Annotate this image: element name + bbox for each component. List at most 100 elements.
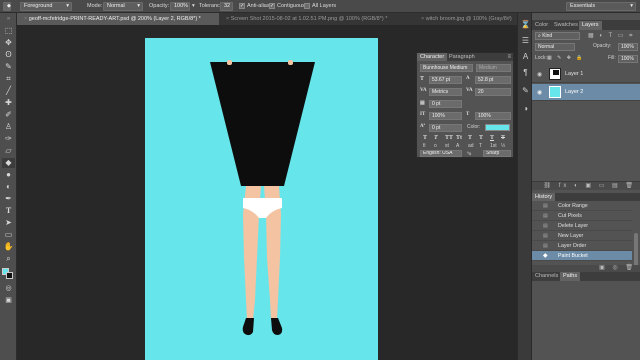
font-style-select[interactable]: Medium [476,64,511,72]
shape-icon[interactable]: ▭ [2,230,15,240]
faux-italic-button[interactable]: T [434,135,438,141]
quick-mask-icon[interactable]: ◎ [2,284,15,294]
lasso-icon[interactable]: ʘ [2,50,15,60]
history-item-selected[interactable]: ◆ Paint Bucket [532,251,632,261]
discretionary-ligature-button[interactable]: st [445,143,449,149]
dodge-icon[interactable]: ◐ [2,182,15,192]
character-panel-icon[interactable]: A [520,51,531,62]
stylistic-alternates-button[interactable]: ad [468,143,474,149]
tab-swatches[interactable]: Swatches [551,21,581,30]
history-item[interactable]: ▤ Layer Order [532,241,632,251]
tab-paragraph[interactable]: Paragraph [446,53,478,61]
pen-icon[interactable]: ✒ [2,194,15,204]
superscript-button[interactable]: T [468,135,472,141]
history-brush-icon[interactable]: ✑ [2,134,15,144]
type-icon[interactable]: T [2,206,15,216]
baseline-field[interactable]: 0 pt [429,124,462,132]
eye-icon[interactable]: ◉ [537,89,542,96]
titling-alternates-button[interactable]: T [479,143,482,149]
layer-filter-select[interactable]: ⌕ Kind [535,32,580,40]
fill-source-select[interactable]: Foreground ▾ [20,2,72,11]
brush-panel-icon[interactable]: ✎ [520,85,531,96]
brush-icon[interactable]: ✐ [2,110,15,120]
hand-icon[interactable]: ✋ [2,242,15,252]
blur-icon[interactable]: ● [2,170,15,180]
background-color-swatch[interactable] [6,272,13,279]
healing-brush-icon[interactable]: ✚ [2,98,15,108]
canvas-artwork[interactable] [145,38,378,360]
anti-alias-checkbox[interactable]: ✓ [239,3,245,9]
collapse-icon[interactable]: » [2,16,15,22]
history-panel-footer-icons[interactable]: ▣ ◎ 🗑 [532,265,640,272]
tab-paths[interactable]: Paths [560,272,581,281]
lock-icons[interactable]: ▦ ✎ ✥ 🔒 [547,55,585,61]
font-family-select[interactable]: Bunnhouse Medium [420,64,473,72]
paint-bucket-icon[interactable]: ◆ [2,158,15,168]
fill-field[interactable]: 100% [618,55,638,63]
quick-select-icon[interactable]: ✎ [2,62,15,72]
close-icon[interactable]: × [421,16,424,22]
leading-field[interactable]: 52.8 pt [475,76,511,84]
marquee-icon[interactable]: ⬚ [2,26,15,36]
workspace-select[interactable]: Essentials ▾ [566,2,636,11]
layer-row-layer-2[interactable]: ◉ Layer 2 [532,84,640,101]
eyedropper-icon[interactable]: ╱ [2,86,15,96]
tab-history[interactable]: History [532,193,556,201]
layer-opacity-field[interactable]: 100% [618,43,638,51]
fractions-button[interactable]: ½ [501,143,505,149]
close-icon[interactable]: × [24,16,27,22]
horizontal-scale-field[interactable]: 100% [475,112,511,120]
subscript-button[interactable]: T [479,135,483,141]
tab-color[interactable]: Color [532,21,551,30]
font-size-field[interactable]: 53.67 pt [429,76,462,84]
path-select-icon[interactable]: ➤ [2,218,15,228]
tab-character[interactable]: Character [417,53,448,61]
layer-row-layer-1[interactable]: ◉ Layer 1 [532,66,640,83]
eye-icon[interactable]: ◉ [537,71,542,78]
mode-select[interactable]: Normal ▾ [103,2,143,11]
screen-mode-icon[interactable]: ▣ [2,296,15,306]
strikethrough-button[interactable]: T [501,135,505,141]
opacity-input[interactable]: 100% [170,2,190,11]
language-select[interactable]: English: USA [420,150,462,157]
history-item[interactable]: ▤ Cut Pixels [532,211,632,221]
ordinals-button[interactable]: 1st [490,143,497,149]
vertical-scale-field[interactable]: 100% [429,112,462,120]
history-scrollbar[interactable] [634,233,638,269]
history-item[interactable]: ▤ Delete Layer [532,221,632,231]
paint-bucket-tool-icon[interactable]: ◆ [3,2,11,11]
tolerance-input[interactable]: 32 [220,2,233,11]
tracking-field[interactable]: 20 [475,88,511,96]
contextual-alternates-button[interactable]: o [434,143,437,149]
paragraph-panel-icon[interactable]: ¶ [520,67,531,78]
swash-button[interactable]: A [456,143,459,149]
stamp-icon[interactable]: ♙ [2,122,15,132]
doc-tab-screen-shot[interactable]: × Screen Shot 2015-08-02 at 1.02.51 PM.p… [219,13,414,25]
history-item[interactable]: ▤ New Layer [532,231,632,241]
properties-panel-icon[interactable]: ☰ [520,35,531,46]
doc-tab-print-ready-art[interactable]: × geoff-mcfetridge-PRINT-READY-ART.psd @… [17,13,219,25]
small-caps-button[interactable]: Tt [456,135,462,141]
tab-channels[interactable]: Channels [532,272,561,281]
text-color-swatch[interactable] [485,124,510,131]
tab-layers[interactable]: Layers [579,21,602,30]
adjustments-panel-icon[interactable]: ◑ [520,103,531,114]
panel-menu-icon[interactable]: ≡ [507,53,511,61]
all-caps-button[interactable]: TT [445,135,453,141]
eraser-icon[interactable]: ▱ [2,146,15,156]
move-icon[interactable]: ✥ [2,38,15,48]
zoom-icon[interactable]: ⌕ [2,254,15,264]
all-layers-checkbox[interactable] [304,3,310,9]
layers-panel-footer-icons[interactable]: ⛓ fx ◐ ▣ ▭ ▤ 🗑 [532,181,640,190]
history-panel-icon[interactable]: ⌛ [520,19,531,30]
baseline-shift-field[interactable]: 0 pt [429,100,462,108]
doc-tab-witch-broom[interactable]: × witch broom.jpg @ 100% (Gray/8#) [414,13,517,25]
ligature-button[interactable]: fi [423,143,426,149]
faux-bold-button[interactable]: T [423,135,427,141]
history-item[interactable]: ▤ Color Range [532,201,632,211]
close-icon[interactable]: × [226,16,229,22]
kerning-field[interactable]: Metrics [429,88,462,96]
antialias-select[interactable]: Sharp [483,150,511,157]
contiguous-checkbox[interactable]: ✓ [269,3,275,9]
underline-button[interactable]: T [490,135,494,141]
